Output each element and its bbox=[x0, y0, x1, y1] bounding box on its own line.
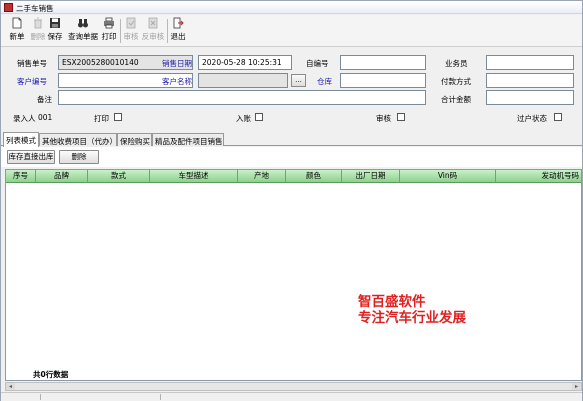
customer-name-label[interactable]: 客户名称 bbox=[162, 76, 192, 87]
grid-header: 序号 品牌 款式 车型描述 产地 颜色 出厂日期 Vin码 发动机号码 bbox=[6, 170, 581, 183]
salesman-field[interactable] bbox=[486, 55, 574, 70]
sales-date-field[interactable]: 2020-05-28 10:25:31 bbox=[198, 55, 292, 70]
delete-row-button[interactable]: 删除 bbox=[59, 150, 99, 164]
audit-status-checkbox[interactable] bbox=[397, 113, 405, 121]
sales-no-label: 销售单号 bbox=[17, 59, 47, 68]
status-segment bbox=[41, 394, 161, 400]
vehicle-grid[interactable]: 序号 品牌 款式 车型描述 产地 颜色 出厂日期 Vin码 发动机号码 bbox=[5, 169, 582, 381]
tab-insurance[interactable]: 保险购买 bbox=[117, 133, 152, 146]
approve-button[interactable]: 审核 bbox=[123, 17, 139, 45]
transfer-status-label: 过户状态 bbox=[517, 114, 547, 123]
audit-status-label: 审核 bbox=[376, 114, 391, 123]
warehouse-field[interactable] bbox=[340, 73, 426, 88]
column-header[interactable]: 发动机号码 bbox=[496, 170, 581, 183]
column-header[interactable]: 款式 bbox=[88, 170, 150, 183]
save-button[interactable]: 保存 bbox=[47, 17, 63, 45]
title-bar[interactable]: 二手车销售 bbox=[1, 1, 582, 14]
transfer-status-checkbox[interactable] bbox=[554, 113, 562, 121]
printer-icon bbox=[104, 17, 114, 29]
entered-by-value: 001 bbox=[38, 113, 53, 122]
new-button[interactable]: 新单 bbox=[7, 17, 27, 45]
exit-icon bbox=[173, 17, 184, 29]
posted-status-label: 入账 bbox=[236, 114, 251, 123]
entered-by-label: 录入人 bbox=[13, 114, 36, 123]
column-header[interactable]: 品牌 bbox=[36, 170, 88, 183]
payment-method-label: 付款方式 bbox=[441, 77, 471, 86]
new-document-icon bbox=[12, 17, 22, 29]
row-count-text: 共0行数据 bbox=[33, 370, 69, 379]
scroll-right-icon[interactable]: ▸ bbox=[572, 383, 581, 390]
salesman-label: 业务员 bbox=[445, 59, 468, 68]
exit-button[interactable]: 退出 bbox=[170, 17, 186, 45]
column-header[interactable]: Vin码 bbox=[400, 170, 496, 183]
unapprove-button[interactable]: 反审核 bbox=[141, 17, 165, 45]
print-button[interactable]: 打印 bbox=[101, 17, 117, 45]
remark-field[interactable] bbox=[58, 90, 426, 105]
toolbar-separator bbox=[120, 19, 121, 43]
status-bar bbox=[1, 392, 582, 401]
main-window: 二手车销售 新单 删除 保存 查询单据 打印 审核 反审核 退出 销售单号 ES… bbox=[0, 0, 583, 401]
remark-label: 备注 bbox=[37, 95, 52, 104]
delete-toolbar-button[interactable]: 删除 bbox=[28, 17, 48, 45]
posted-status-checkbox[interactable] bbox=[255, 113, 263, 121]
toolbar-separator bbox=[167, 19, 168, 43]
column-header[interactable]: 车型描述 bbox=[150, 170, 238, 183]
warehouse-label[interactable]: 仓库 bbox=[317, 76, 332, 87]
column-header[interactable]: 序号 bbox=[6, 170, 36, 183]
watermark-line-2: 专注汽车行业发展 bbox=[358, 310, 466, 326]
app-icon bbox=[4, 3, 13, 12]
customer-no-label[interactable]: 客户编号 bbox=[17, 76, 47, 87]
save-icon bbox=[50, 18, 60, 28]
print-status-checkbox[interactable] bbox=[114, 113, 122, 121]
payment-method-field[interactable] bbox=[486, 73, 574, 88]
column-header[interactable]: 产地 bbox=[238, 170, 286, 183]
status-segment bbox=[1, 394, 41, 400]
sales-form: 销售单号 ESX2005280010140 销售日期 2020-05-28 10… bbox=[1, 48, 582, 130]
print-status-label: 打印 bbox=[94, 114, 109, 123]
total-amount-label: 合计金额 bbox=[441, 95, 471, 104]
self-no-field[interactable] bbox=[340, 55, 426, 70]
horizontal-scrollbar[interactable]: ◂ ▸ bbox=[5, 382, 582, 391]
tab-other-fees[interactable]: 其他收费项目（代办） bbox=[39, 133, 117, 146]
approve-icon bbox=[126, 17, 136, 29]
customer-name-field[interactable] bbox=[198, 73, 288, 88]
query-documents-button[interactable]: 查询单据 bbox=[67, 17, 99, 45]
stock-out-button[interactable]: 库存直接出库 bbox=[7, 150, 55, 164]
toolbar: 新单 删除 保存 查询单据 打印 审核 反审核 退出 bbox=[1, 15, 582, 47]
column-header[interactable]: 出厂日期 bbox=[342, 170, 400, 183]
total-amount-field[interactable] bbox=[486, 90, 574, 105]
window-title: 二手车销售 bbox=[16, 4, 54, 13]
tab-strip: 列表模式 其他收费项目（代办） 保险购买 精品及配件项目销售 bbox=[1, 132, 582, 147]
customer-browse-button[interactable]: ... bbox=[291, 74, 306, 87]
column-header[interactable]: 颜色 bbox=[286, 170, 342, 183]
binoculars-icon bbox=[78, 19, 88, 28]
self-no-label: 自编号 bbox=[306, 59, 329, 68]
delete-icon bbox=[34, 17, 42, 29]
scroll-left-icon[interactable]: ◂ bbox=[6, 383, 15, 390]
unapprove-icon bbox=[148, 17, 158, 29]
grid-action-bar: 库存直接出库 删除 bbox=[1, 147, 582, 167]
tab-list-mode[interactable]: 列表模式 bbox=[3, 132, 39, 147]
sales-date-label[interactable]: 销售日期 bbox=[162, 58, 192, 69]
tab-accessory-sales[interactable]: 精品及配件项目销售 bbox=[152, 133, 224, 146]
